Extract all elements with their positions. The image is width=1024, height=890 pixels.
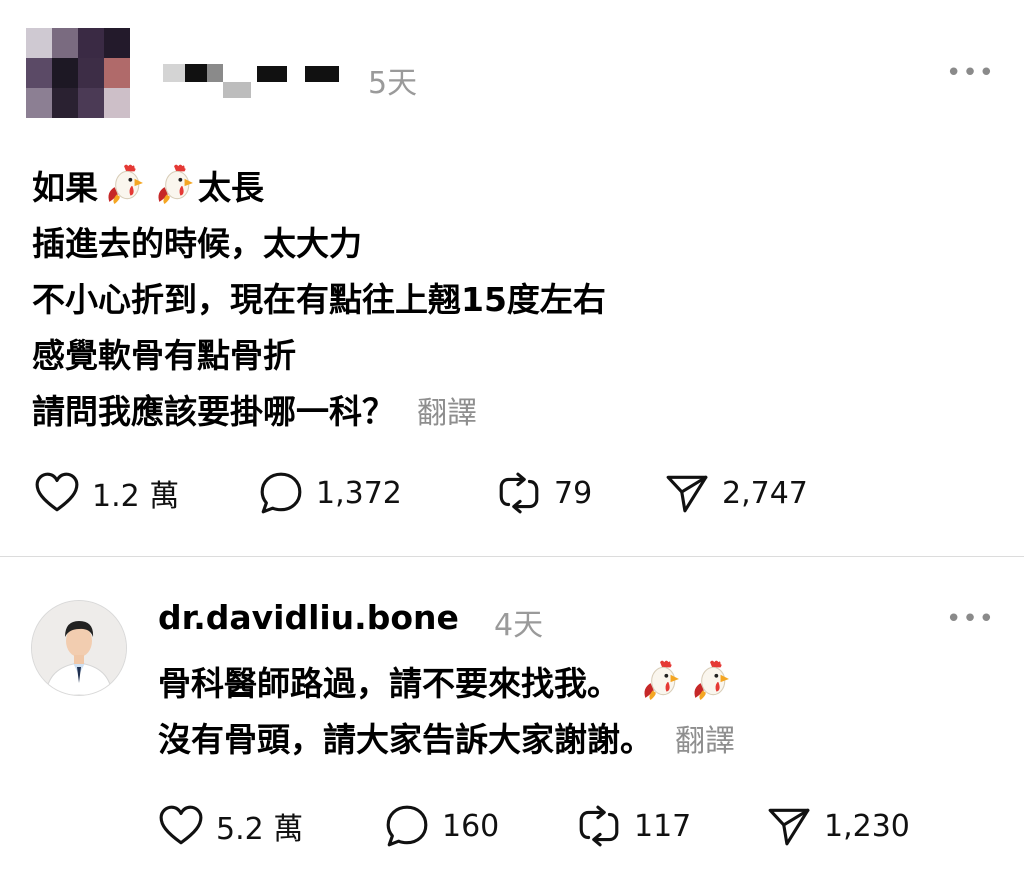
heart-icon — [34, 470, 80, 516]
comment-bubble-icon — [384, 803, 430, 849]
like-count: 5.2 萬 — [216, 812, 304, 847]
share-button[interactable]: 1,230 — [766, 801, 910, 851]
post-time: 5天 — [368, 66, 418, 101]
repost-icon — [496, 470, 542, 516]
comment-button[interactable]: 1,372 — [258, 468, 402, 518]
post-text-line: 沒有骨頭，請大家告訴大家謝謝。 — [158, 720, 653, 759]
username-redacted[interactable] — [163, 58, 343, 100]
share-count: 1,230 — [824, 808, 910, 844]
send-icon — [664, 470, 710, 516]
post-text-line: 不小心折到，現在有點往上翹15度左右 — [32, 280, 606, 319]
rooster-emoji — [638, 659, 680, 701]
translate-link[interactable]: 翻譯 — [675, 724, 735, 759]
translate-link[interactable]: 翻譯 — [417, 396, 477, 431]
like-count: 1.2 萬 — [92, 479, 180, 514]
more-options-icon[interactable]: ••• — [946, 58, 995, 88]
post-text-line: 插進去的時候，太大力 — [32, 224, 362, 263]
divider — [0, 556, 1024, 557]
post-text-line: 太長 — [198, 168, 264, 207]
comment-button[interactable]: 160 — [384, 801, 499, 851]
comment-count: 160 — [442, 808, 500, 844]
post-text: 骨科醫師路過，請不要來找我。 沒有骨頭，請大家告訴大家謝謝。 翻譯 — [158, 656, 1008, 768]
share-button[interactable]: 2,747 — [664, 468, 808, 518]
repost-count: 117 — [634, 808, 692, 844]
post-text-line: 請問我應該要掛哪一科？ — [32, 392, 395, 431]
comment-bubble-icon — [258, 470, 304, 516]
comment-count: 1,372 — [316, 475, 402, 511]
post-text-line: 如果 — [32, 168, 98, 207]
share-count: 2,747 — [722, 475, 808, 511]
username[interactable]: dr.davidliu.bone — [158, 598, 459, 637]
avatar[interactable] — [26, 28, 130, 118]
like-button[interactable]: 1.2 萬 — [34, 468, 179, 518]
repost-button[interactable]: 117 — [576, 801, 691, 851]
heart-icon — [158, 803, 204, 849]
repost-button[interactable]: 79 — [496, 468, 592, 518]
action-bar: 1.2 萬 1,372 79 2,747 — [34, 468, 994, 518]
rooster-emoji — [102, 163, 144, 205]
avatar[interactable] — [31, 600, 127, 696]
repost-count: 79 — [554, 475, 593, 511]
post-text: 如果 太長 插進去的時候，太大力 不小心折到，現在有點往上翹15度左右 感覺軟骨有… — [32, 160, 992, 440]
post-text-line: 骨科醫師路過，請不要來找我。 — [158, 664, 620, 703]
rooster-emoji — [152, 163, 194, 205]
like-button[interactable]: 5.2 萬 — [158, 801, 303, 851]
repost-icon — [576, 803, 622, 849]
post-text-line: 感覺軟骨有點骨折 — [32, 336, 296, 375]
rooster-emoji — [688, 659, 730, 701]
send-icon — [766, 803, 812, 849]
action-bar: 5.2 萬 160 117 1,230 — [158, 801, 998, 851]
doctor-portrait — [32, 601, 126, 695]
more-options-icon[interactable]: ••• — [946, 604, 995, 634]
post-time: 4天 — [494, 608, 544, 643]
